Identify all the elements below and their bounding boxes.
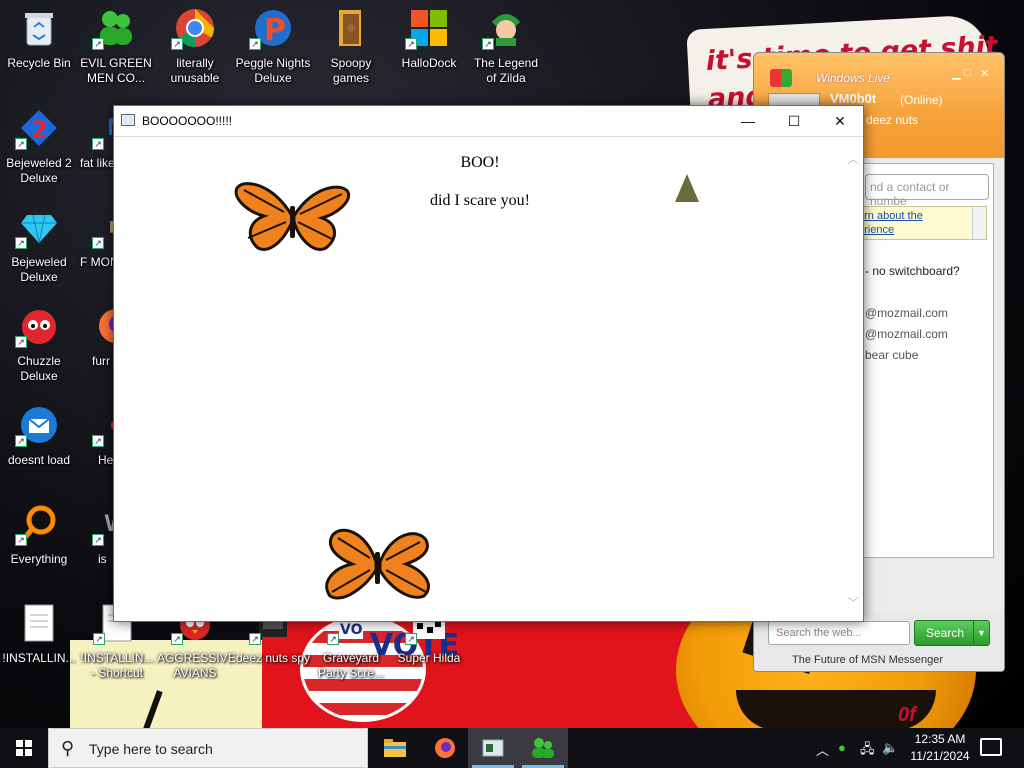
shortcut-arrow-icon: ↗	[405, 633, 417, 645]
messenger-line-switchboard: - no switchboard?	[865, 264, 960, 278]
scroll-down-icon[interactable]: ﹀	[845, 594, 861, 610]
minimize-icon: —	[741, 113, 755, 129]
vertical-scrollbar[interactable]: ︿ ﹀	[845, 150, 861, 610]
svg-text:P: P	[264, 13, 286, 48]
messenger-web-search-input[interactable]: Search the web...	[768, 621, 910, 645]
scroll-up-icon[interactable]: ︿	[845, 150, 861, 166]
chevron-up-icon[interactable]: ︿	[816, 740, 829, 759]
desktop-icon-evil-green-men[interactable]: ↗ EVIL GREEN MEN CO...	[78, 8, 154, 88]
messenger-search-button[interactable]: Search ▼	[914, 620, 990, 646]
messenger-icon	[532, 738, 554, 758]
taskbar-search-placeholder: Type here to search	[89, 741, 213, 757]
svg-text:2: 2	[31, 116, 48, 144]
windows-logo-icon	[16, 740, 32, 756]
network-icon[interactable]: 🖧	[860, 740, 875, 762]
svg-text:VO: VO	[340, 622, 363, 638]
desktop-icon-peggle-nights[interactable]: P ↗ Peggle Nights Deluxe	[235, 8, 311, 88]
search-icon: ⚲	[61, 738, 75, 758]
taskbar-file-explorer[interactable]	[370, 728, 420, 768]
content-heading: BOO!	[460, 154, 500, 171]
shortcut-arrow-icon: ↗	[92, 534, 104, 546]
minimize-button[interactable]: —	[725, 106, 771, 136]
taskbar-boo-window[interactable]	[468, 728, 518, 768]
notification-center-icon[interactable]	[980, 738, 1002, 756]
messenger-close-button[interactable]: ✕	[980, 67, 989, 80]
shortcut-arrow-icon: ↗	[92, 38, 104, 50]
shortcut-arrow-icon: ↗	[15, 336, 27, 348]
window-content: BOO! did I scare you! ︿ ﹀	[114, 138, 863, 621]
chevron-down-icon[interactable]: ▼	[973, 621, 989, 645]
tray-messenger-icon[interactable]: ●	[838, 740, 846, 755]
shortcut-arrow-icon: ↗	[15, 534, 27, 546]
taskbar-messenger[interactable]	[518, 728, 568, 768]
messenger-username[interactable]: VM0b0t	[830, 91, 876, 106]
moth-image	[675, 174, 699, 202]
shortcut-arrow-icon: ↗	[405, 38, 417, 50]
messenger-info-banner[interactable]: arn about the erience	[853, 206, 987, 240]
desktop-icon-installing[interactable]: !INSTALLIN...	[1, 603, 77, 683]
document-icon	[19, 603, 59, 643]
shortcut-arrow-icon: ↗	[92, 138, 104, 150]
window-titlebar[interactable]: BOOOOOOO!!!!! — ☐ ✕	[114, 106, 863, 137]
contact-item[interactable]: @mozmail.com	[865, 327, 948, 341]
desktop-icon-hallodock[interactable]: ↗ HalloDock	[391, 8, 467, 88]
windows-live-logo-icon	[770, 69, 792, 87]
contact-item[interactable]: @mozmail.com	[865, 306, 948, 320]
clock-time: 12:35 AM	[914, 732, 966, 746]
contact-item[interactable]: bear cube	[865, 348, 918, 362]
wallpaper-leaf-text: 0f	[898, 704, 916, 726]
messenger-contact-search-input[interactable]: nd a contact or numbe	[865, 174, 989, 208]
shortcut-arrow-icon: ↗	[249, 38, 261, 50]
desktop-icon-everything[interactable]: ↗ Everything	[1, 504, 77, 584]
shortcut-arrow-icon: ↗	[92, 435, 104, 447]
volume-icon[interactable]: 🔈	[882, 740, 898, 756]
desktop-icon-recycle-bin[interactable]: Recycle Bin	[1, 8, 77, 88]
shortcut-arrow-icon: ↗	[171, 38, 183, 50]
shortcut-arrow-icon: ↗	[15, 138, 27, 150]
shortcut-arrow-icon: ↗	[93, 633, 105, 645]
maximize-button[interactable]: ☐	[771, 106, 817, 136]
file-explorer-icon	[384, 739, 406, 757]
taskbar-search-box[interactable]: ⚲ Type here to search	[48, 728, 368, 768]
butterfly-image	[234, 182, 351, 251]
desktop-icon-doesnt-load[interactable]: ↗ doesnt load	[1, 405, 77, 485]
window-app-icon	[482, 739, 504, 757]
start-button[interactable]	[0, 728, 48, 768]
clock-date: 11/21/2024	[910, 749, 970, 763]
banner-scrollbar[interactable]	[972, 207, 986, 239]
shortcut-arrow-icon: ↗	[249, 633, 261, 645]
shortcut-arrow-icon: ↗	[171, 633, 183, 645]
recycle-bin-icon	[19, 8, 59, 48]
window-app-icon	[121, 114, 135, 126]
messenger-footer-text[interactable]: The Future of MSN Messenger	[792, 654, 943, 666]
desktop-icon-legend-of-zilda[interactable]: ↗ The Legend of Zilda	[468, 8, 544, 88]
folder-icon	[331, 8, 371, 48]
messenger-brand: Windows Live	[816, 71, 890, 85]
close-button[interactable]: ✕	[817, 106, 863, 136]
boo-window[interactable]: BOOOOOOO!!!!! — ☐ ✕ BOO! did I scare you…	[113, 105, 864, 622]
window-title: BOOOOOOO!!!!!	[142, 114, 233, 128]
desktop-icon-bejeweled[interactable]: ↗ Bejeweled Deluxe	[1, 207, 77, 287]
shortcut-arrow-icon: ↗	[482, 38, 494, 50]
messenger-maximize-button[interactable]: □	[964, 67, 971, 79]
desktop-icon-bejeweled-2[interactable]: 2 ↗ Bejeweled 2 Deluxe	[1, 108, 77, 188]
messenger-minimize-button[interactable]: ▁	[952, 67, 960, 80]
taskbar-clock[interactable]: 12:35 AM 11/21/2024	[898, 731, 982, 765]
maximize-icon: ☐	[787, 112, 801, 129]
close-icon: ✕	[834, 112, 846, 129]
desktop-icon-chuzzle[interactable]: ↗ Chuzzle Deluxe	[1, 306, 77, 386]
firefox-icon	[435, 738, 455, 758]
shortcut-arrow-icon: ↗	[327, 633, 339, 645]
desktop-icon-literally-unusable[interactable]: ↗ literally unusable	[157, 8, 233, 88]
shortcut-arrow-icon: ↗	[15, 435, 27, 447]
taskbar: ⚲ Type here to search ︿ ● 🖧 🔈 12:35 AM 1…	[0, 728, 1024, 768]
messenger-status[interactable]: (Online)	[900, 93, 943, 107]
desktop-icon-spoopy-games[interactable]: Spoopy games	[313, 8, 389, 88]
content-text: did I scare you!	[430, 192, 530, 209]
taskbar-firefox[interactable]	[420, 728, 470, 768]
butterfly-image	[325, 528, 430, 600]
shortcut-arrow-icon: ↗	[92, 237, 104, 249]
shortcut-arrow-icon: ↗	[15, 237, 27, 249]
